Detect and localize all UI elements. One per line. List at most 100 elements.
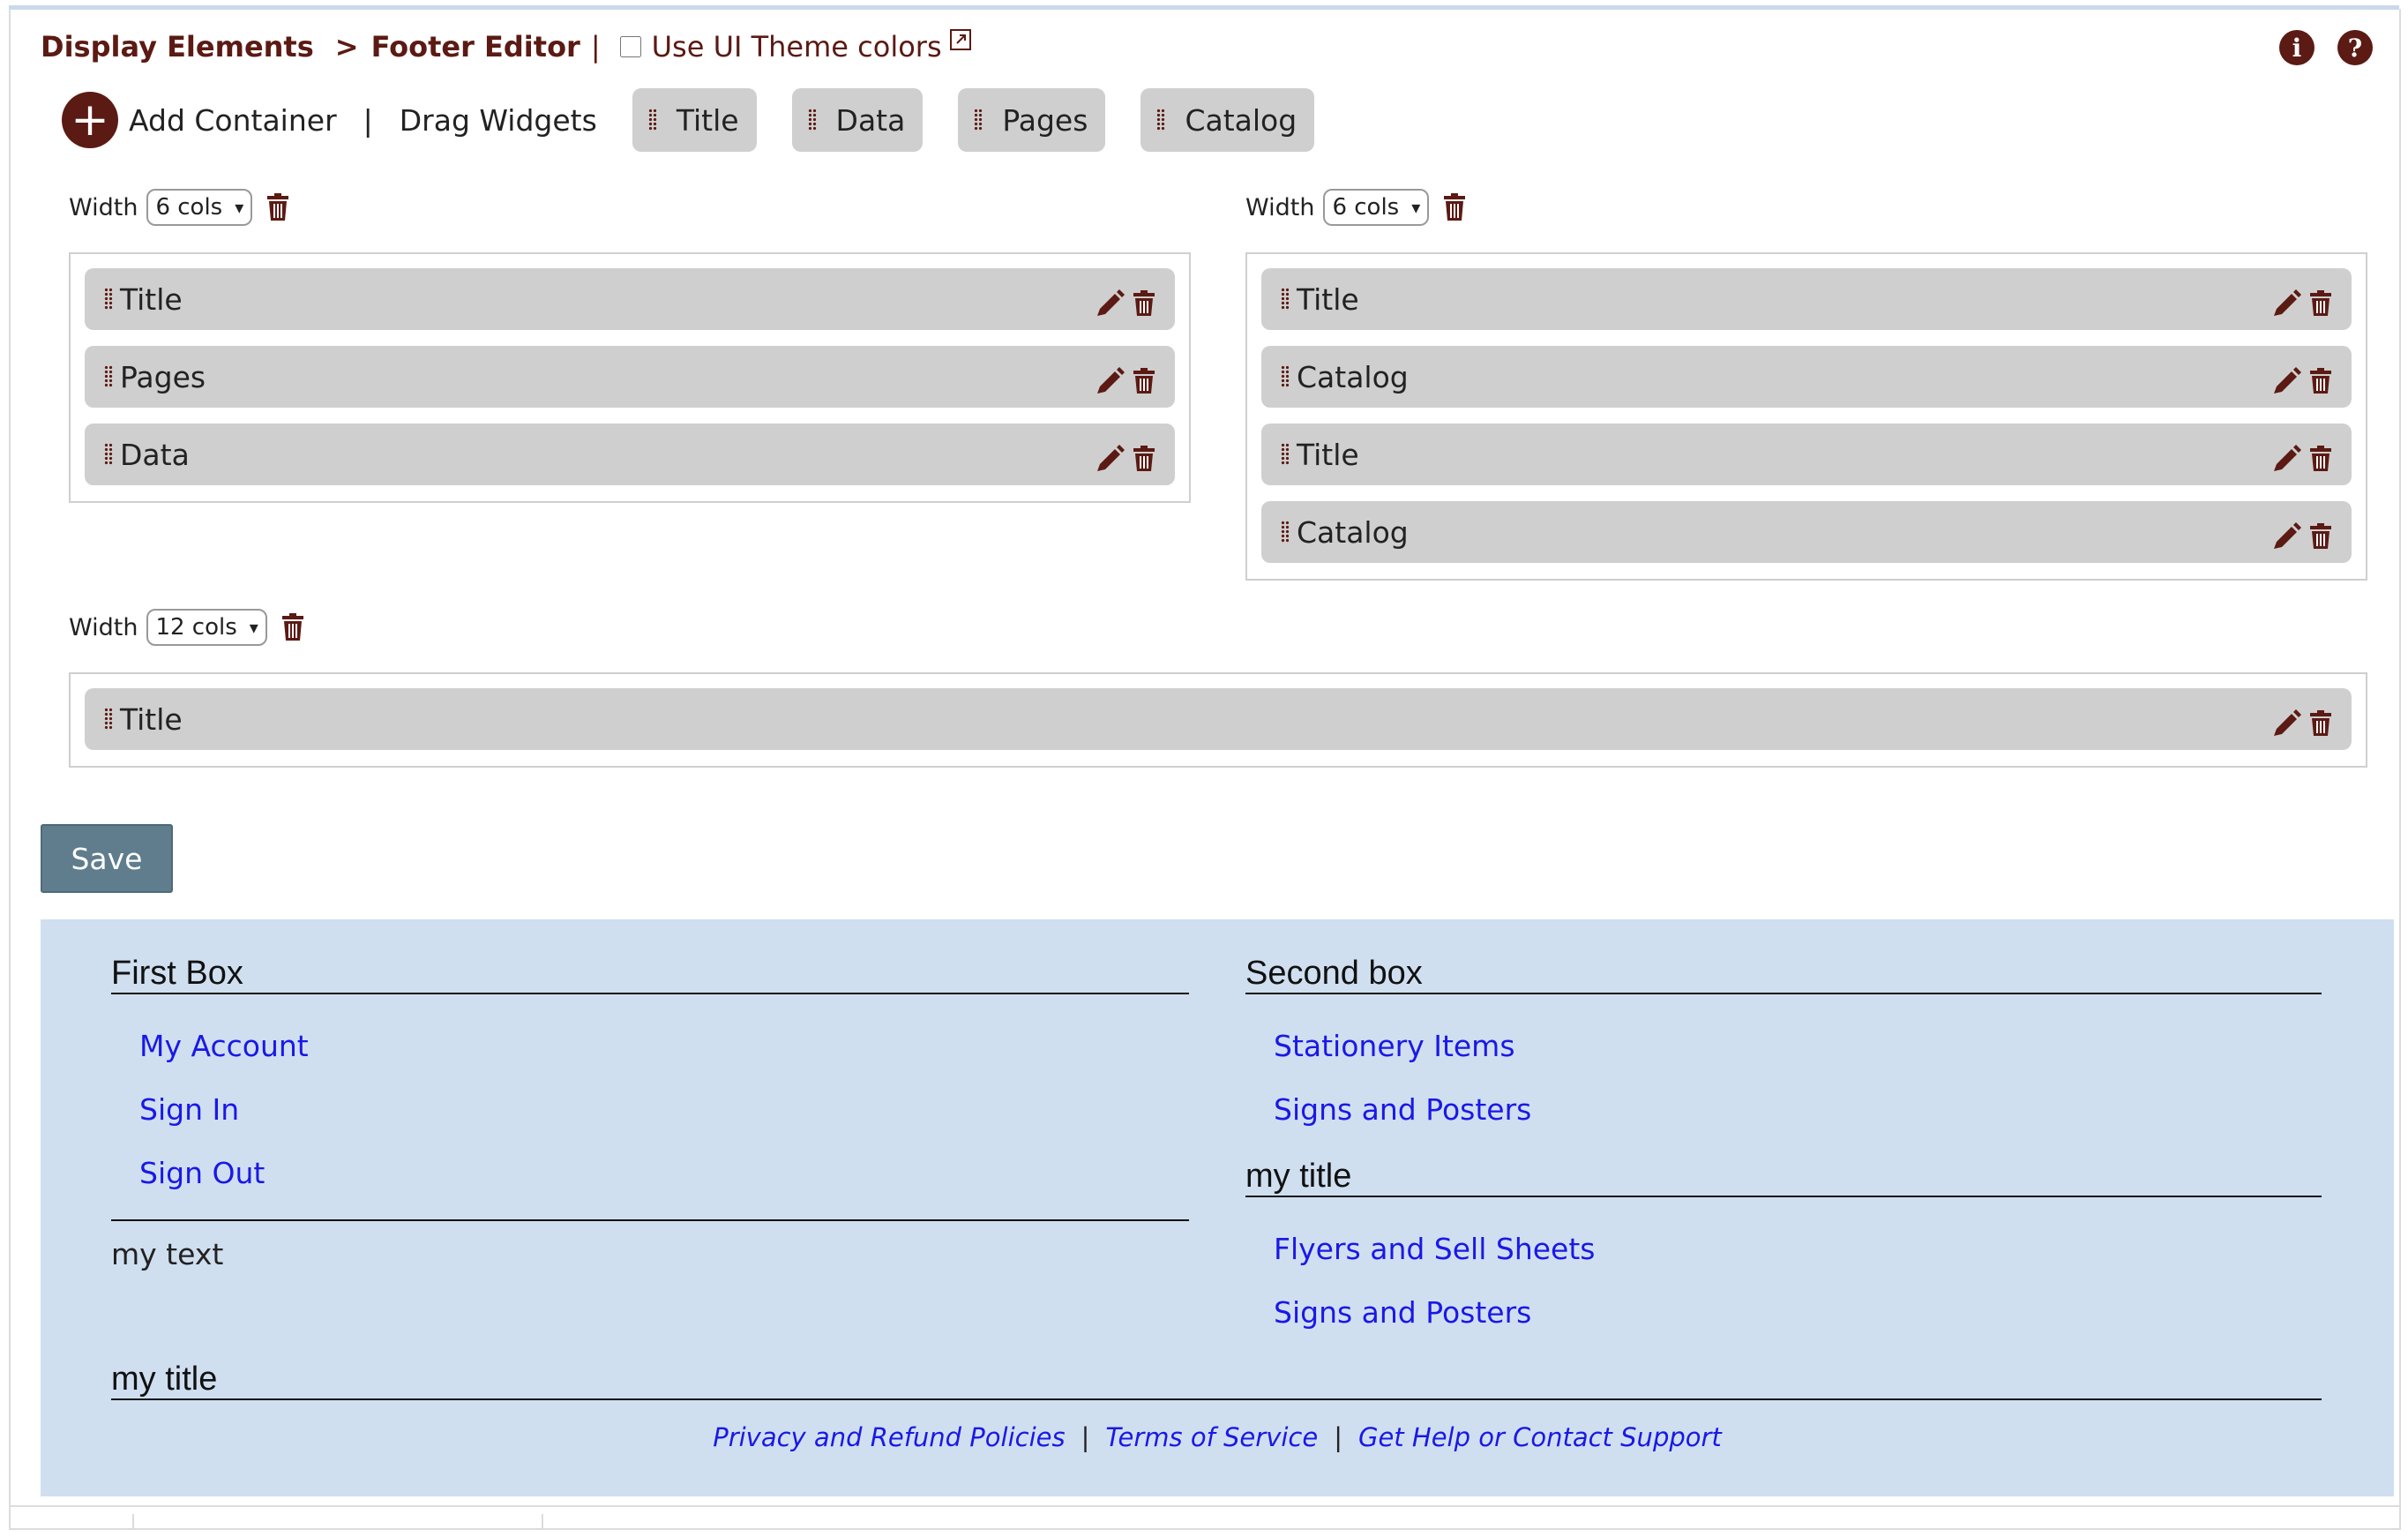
widget-chip-pages[interactable]: Pages: [958, 88, 1106, 152]
pencil-icon[interactable]: [2272, 522, 2302, 551]
divider: [111, 1219, 1189, 1221]
bottom-border: [9, 1528, 2399, 1530]
widget-row[interactable]: Pages: [85, 346, 1175, 408]
widget-row[interactable]: Title: [85, 268, 1175, 330]
widget-chip-label: Catalog: [1185, 102, 1297, 138]
footer-link[interactable]: Signs and Posters: [1274, 1092, 1531, 1127]
widget-actions: [2272, 367, 2332, 395]
drag-handle-icon[interactable]: [104, 365, 113, 388]
privacy-policy-link[interactable]: Privacy and Refund Policies: [713, 1422, 1065, 1452]
container-1-width-select[interactable]: 6 cols ▾: [146, 189, 253, 226]
drag-handle-icon[interactable]: [1281, 365, 1290, 388]
widget-actions: [1096, 367, 1155, 395]
widget-label: Data: [120, 437, 190, 472]
widget-chip-catalog[interactable]: Catalog: [1140, 88, 1315, 152]
widget-row[interactable]: Data: [85, 424, 1175, 485]
drag-handle-icon[interactable]: [104, 708, 113, 731]
widget-label: Catalog: [1297, 514, 1409, 550]
footer-link[interactable]: Sign In: [139, 1092, 239, 1127]
container-2[interactable]: Title Catalog Title Catalog: [1245, 252, 2367, 581]
drag-handle-icon[interactable]: [974, 109, 983, 131]
widget-label: Title: [1297, 281, 1359, 317]
info-icon[interactable]: i: [2279, 30, 2315, 65]
policy-links: Privacy and Refund Policies | Terms of Ser…: [41, 1422, 2394, 1452]
contact-support-link[interactable]: Get Help or Contact Support: [1358, 1422, 1722, 1452]
widget-row[interactable]: Title: [1261, 268, 2352, 330]
widget-row[interactable]: Title: [1261, 424, 2352, 485]
breadcrumb-current: Footer Editor: [370, 30, 580, 64]
trash-icon[interactable]: [266, 193, 289, 221]
policy-separator: |: [1081, 1422, 1090, 1452]
container-3-width-row: Width 12 cols ▾: [69, 609, 304, 646]
width-label: Width: [69, 613, 138, 641]
second-box-title-2: my title: [1245, 1158, 2322, 1197]
drag-handle-icon[interactable]: [1281, 443, 1290, 466]
widget-chip-label: Title: [676, 102, 739, 138]
widget-actions: [2272, 522, 2332, 551]
container-1[interactable]: Title Pages Data: [69, 252, 1191, 503]
widget-row[interactable]: Catalog: [1261, 501, 2352, 563]
use-theme-colors-label[interactable]: Use UI Theme colors: [652, 30, 942, 64]
trash-icon[interactable]: [1133, 368, 1155, 394]
pencil-icon[interactable]: [2272, 709, 2302, 738]
trash-icon[interactable]: [2309, 446, 2332, 472]
trash-icon[interactable]: [281, 613, 304, 641]
pencil-icon[interactable]: [1096, 445, 1125, 473]
pencil-icon[interactable]: [2272, 367, 2302, 395]
breadcrumb-separator: >: [334, 30, 359, 64]
add-container-icon[interactable]: +: [62, 92, 118, 148]
drag-handle-icon[interactable]: [104, 288, 113, 311]
pencil-icon[interactable]: [2272, 289, 2302, 318]
add-container-button[interactable]: Add Container: [129, 103, 337, 138]
container-3[interactable]: Title: [69, 672, 2367, 768]
drag-widgets-label: Drag Widgets: [399, 102, 597, 138]
widget-label: Pages: [120, 359, 206, 394]
header-icons: i ?: [2279, 30, 2373, 65]
widget-label: Catalog: [1297, 359, 1409, 394]
footer-preview: First Box My Account Sign In Sign Out my…: [41, 919, 2394, 1496]
second-box-title: Second box: [1245, 955, 2322, 994]
footer-link[interactable]: Stationery Items: [1274, 1029, 1515, 1063]
save-button[interactable]: Save: [41, 824, 173, 893]
drag-handle-icon[interactable]: [1156, 109, 1166, 131]
container-1-width-row: Width 6 cols ▾: [69, 189, 289, 226]
pencil-icon[interactable]: [2272, 445, 2302, 473]
pencil-icon[interactable]: [1096, 367, 1125, 395]
footer-link[interactable]: Signs and Posters: [1274, 1295, 1531, 1330]
drag-handle-icon[interactable]: [104, 443, 113, 466]
help-icon[interactable]: ?: [2337, 30, 2373, 65]
external-link-icon[interactable]: [949, 28, 972, 51]
trash-icon[interactable]: [2309, 523, 2332, 550]
pencil-icon[interactable]: [1096, 289, 1125, 318]
footer-link[interactable]: Sign Out: [139, 1156, 265, 1190]
breadcrumb-root[interactable]: Display Elements: [41, 30, 314, 64]
width-label: Width: [69, 193, 138, 221]
trash-icon[interactable]: [2309, 710, 2332, 737]
toolbar-pipe: |: [363, 102, 373, 138]
container-2-width-select[interactable]: 6 cols ▾: [1323, 189, 1430, 226]
widget-actions: [2272, 709, 2332, 738]
widget-row[interactable]: Title: [85, 688, 2352, 750]
widget-chip-title[interactable]: Title: [632, 88, 757, 152]
trash-icon[interactable]: [1133, 446, 1155, 472]
footer-link[interactable]: Flyers and Sell Sheets: [1274, 1232, 1595, 1266]
footer-link[interactable]: My Account: [139, 1029, 309, 1063]
trash-icon[interactable]: [1443, 193, 1466, 221]
widget-actions: [2272, 445, 2332, 473]
trash-icon[interactable]: [2309, 368, 2332, 394]
drag-handle-icon[interactable]: [1281, 521, 1290, 544]
first-box-title: First Box: [111, 955, 1189, 994]
widget-chip-data[interactable]: Data: [791, 88, 924, 152]
container-3-width-select[interactable]: 12 cols ▾: [146, 609, 267, 646]
container-2-width-row: Width 6 cols ▾: [1245, 189, 1466, 226]
use-theme-colors-checkbox[interactable]: [619, 36, 641, 57]
widget-chip-label: Pages: [1002, 102, 1088, 138]
terms-of-service-link[interactable]: Terms of Service: [1105, 1422, 1318, 1452]
drag-handle-icon[interactable]: [807, 109, 817, 131]
trash-icon[interactable]: [2309, 290, 2332, 317]
trash-icon[interactable]: [1133, 290, 1155, 317]
drag-handle-icon[interactable]: [1281, 288, 1290, 311]
widget-row[interactable]: Catalog: [1261, 346, 2352, 408]
header-bar: Display Elements > Footer Editor | Use U…: [41, 25, 972, 69]
drag-handle-icon[interactable]: [647, 109, 657, 131]
